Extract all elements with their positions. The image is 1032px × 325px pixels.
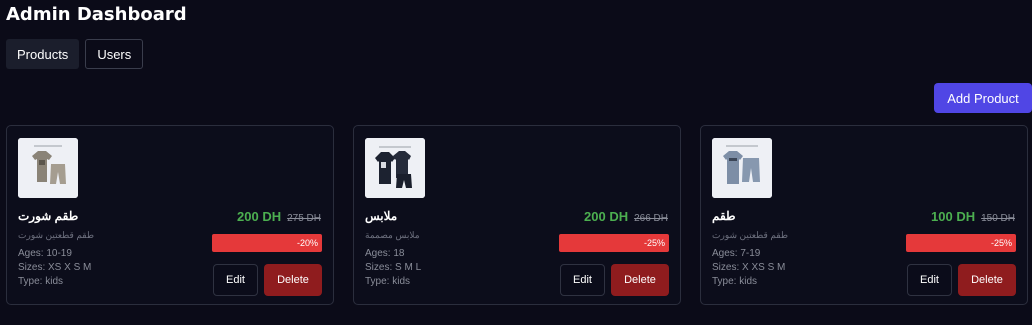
product-image: [365, 138, 425, 198]
clothing-set-beige-icon: [18, 138, 78, 198]
edit-button[interactable]: Edit: [907, 264, 952, 296]
product-name: طقم: [712, 209, 736, 223]
product-sizes: Sizes: X XS S M: [712, 262, 786, 273]
edit-button[interactable]: Edit: [213, 264, 258, 296]
edit-button[interactable]: Edit: [560, 264, 605, 296]
product-name: طقم شورت: [18, 209, 79, 223]
product-card: ملابس ملابس مصممة Ages: 18 Sizes: S M L …: [353, 125, 681, 305]
delete-button[interactable]: Delete: [264, 264, 322, 296]
clothing-set-grey-icon: [712, 138, 772, 198]
price-row: 100 DH 150 DH: [931, 209, 1015, 224]
add-product-button[interactable]: Add Product: [934, 83, 1032, 113]
product-image: [18, 138, 78, 198]
card-actions: Edit Delete: [213, 264, 322, 296]
tab-users[interactable]: Users: [85, 39, 144, 69]
price-row: 200 DH 275 DH: [237, 209, 321, 224]
card-actions: Edit Delete: [907, 264, 1016, 296]
product-ages: Ages: 7-19: [712, 248, 761, 259]
product-price: 200 DH: [237, 209, 282, 224]
product-price: 100 DH: [931, 209, 976, 224]
product-sizes: Sizes: S M L: [365, 262, 422, 273]
discount-badge: -20%: [212, 234, 322, 252]
delete-button[interactable]: Delete: [611, 264, 669, 296]
product-subtitle: طقم قطعتين شورت: [712, 230, 789, 240]
product-old-price: 275 DH: [287, 213, 321, 224]
product-old-price: 266 DH: [634, 213, 668, 224]
discount-badge: -25%: [559, 234, 669, 252]
product-price: 200 DH: [584, 209, 629, 224]
product-card: طقم طقم قطعتين شورت Ages: 7-19 Sizes: X …: [700, 125, 1028, 305]
product-card: طقم شورت طقم قطعتين شورت Ages: 10-19 Siz…: [6, 125, 334, 305]
product-type: Type: kids: [712, 276, 758, 287]
tab-bar: Products Users: [6, 39, 144, 69]
clothing-set-black-icon: [365, 138, 425, 198]
product-meta: Ages: 18 Sizes: S M L Type: kids: [365, 247, 421, 289]
product-meta: Ages: 7-19 Sizes: X XS S M Type: kids: [712, 247, 785, 289]
tab-products[interactable]: Products: [6, 39, 80, 69]
product-name: ملابس: [365, 209, 398, 223]
product-subtitle: طقم قطعتين شورت: [18, 230, 95, 240]
product-old-price: 150 DH: [981, 213, 1015, 224]
product-grid: طقم شورت طقم قطعتين شورت Ages: 10-19 Siz…: [6, 125, 1028, 305]
product-ages: Ages: 10-19: [18, 248, 72, 259]
page-title: Admin Dashboard: [6, 4, 187, 25]
discount-badge: -25%: [906, 234, 1016, 252]
product-image: [712, 138, 772, 198]
price-row: 200 DH 266 DH: [584, 209, 668, 224]
product-sizes: Sizes: XS X S M: [18, 262, 92, 273]
product-meta: Ages: 10-19 Sizes: XS X S M Type: kids: [18, 247, 91, 289]
product-ages: Ages: 18: [365, 248, 405, 259]
delete-button[interactable]: Delete: [958, 264, 1016, 296]
card-actions: Edit Delete: [560, 264, 669, 296]
product-subtitle: ملابس مصممة: [365, 230, 420, 240]
product-type: Type: kids: [18, 276, 64, 287]
product-type: Type: kids: [365, 276, 411, 287]
